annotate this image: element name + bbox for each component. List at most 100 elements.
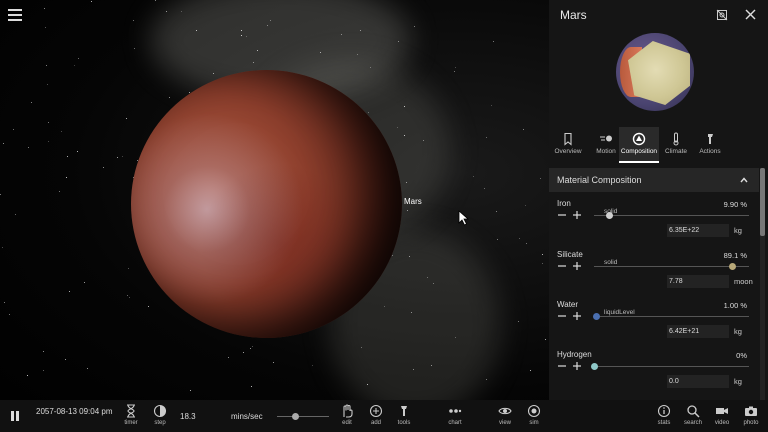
scrollbar-thumb[interactable]	[760, 168, 765, 236]
sim-button[interactable]: sim	[522, 404, 546, 426]
star	[525, 205, 526, 206]
orbit-icon	[600, 135, 612, 142]
star	[246, 36, 247, 37]
star	[493, 41, 494, 42]
panel-scrollbar[interactable]	[760, 168, 765, 400]
planet-cutaway-preview[interactable]	[616, 33, 694, 111]
star	[134, 48, 135, 49]
star	[496, 211, 497, 212]
minus-icon[interactable]	[557, 261, 567, 271]
timer-button[interactable]: timer	[122, 404, 140, 426]
speed-value: 18.3	[180, 412, 196, 421]
star	[148, 306, 149, 307]
camera-icon	[745, 406, 757, 416]
chart-button[interactable]: chart	[443, 404, 467, 426]
star	[530, 370, 531, 371]
plus-icon[interactable]	[572, 210, 582, 220]
material-composition-header[interactable]: Material Composition	[549, 168, 759, 192]
material-slider-thumb[interactable]	[606, 212, 614, 219]
material-percent: 9.90 %	[723, 200, 747, 209]
speed-slider-thumb[interactable]	[292, 413, 300, 420]
minus-icon[interactable]	[557, 361, 567, 371]
star	[48, 122, 49, 123]
material-unit[interactable]: kg	[734, 327, 742, 336]
video-button[interactable]: video	[710, 404, 734, 426]
material-row-water: Water 1.00 % liquidLevel 6.42E+21 kg	[549, 300, 759, 350]
step-button[interactable]: step	[151, 404, 169, 426]
material-unit[interactable]: kg	[734, 377, 742, 386]
hide-panel-icon[interactable]	[716, 9, 728, 21]
star	[518, 321, 519, 322]
material-state: liquidLevel	[604, 309, 635, 316]
star	[431, 365, 432, 366]
plus-icon[interactable]	[572, 261, 582, 271]
plus-icon[interactable]	[572, 361, 582, 371]
video-camera-icon	[716, 408, 728, 414]
speed-slider[interactable]	[277, 416, 329, 417]
tab-overview[interactable]: Overview	[549, 127, 587, 163]
search-icon	[687, 405, 700, 418]
tab-composition[interactable]: Composition	[619, 127, 659, 163]
star	[155, 0, 156, 1]
material-slider-thumb[interactable]	[592, 313, 600, 320]
star	[190, 390, 191, 391]
hammer-icon	[708, 134, 713, 144]
close-icon[interactable]	[745, 9, 756, 20]
search-button[interactable]: search	[681, 404, 705, 426]
star	[484, 188, 485, 189]
plus-icon[interactable]	[572, 311, 582, 321]
material-amount-field[interactable]: 6.35E+22	[667, 224, 729, 237]
star	[270, 20, 271, 21]
material-slider[interactable]	[594, 212, 749, 219]
tools-button[interactable]: tools	[392, 404, 416, 426]
bookmark-icon	[564, 132, 572, 146]
material-slider[interactable]	[592, 313, 749, 320]
star	[406, 182, 407, 183]
material-slider[interactable]	[591, 363, 749, 370]
star	[486, 379, 487, 380]
material-slider[interactable]	[594, 263, 749, 270]
star	[9, 314, 10, 315]
star	[455, 67, 456, 68]
star	[407, 210, 408, 211]
star	[77, 151, 78, 152]
tab-climate[interactable]: Climate	[657, 127, 695, 163]
material-amount-field[interactable]: 0.0	[667, 375, 729, 388]
edit-button[interactable]: edit	[335, 404, 359, 426]
stats-button[interactable]: stats	[652, 404, 676, 426]
star	[43, 351, 44, 352]
pause-icon[interactable]	[10, 410, 20, 422]
view-button[interactable]: view	[493, 404, 517, 426]
star	[491, 105, 492, 106]
star	[122, 156, 123, 157]
material-slider-thumb[interactable]	[591, 363, 598, 370]
planet-label[interactable]: Mars	[404, 197, 422, 206]
photo-button[interactable]: photo	[739, 404, 763, 426]
material-slider-thumb[interactable]	[729, 263, 737, 270]
star	[4, 302, 5, 303]
minus-icon[interactable]	[557, 210, 567, 220]
material-unit[interactable]: kg	[734, 226, 742, 235]
star	[28, 147, 29, 148]
sim-datetime[interactable]: 2057-08-13 09:04 pm	[36, 406, 116, 417]
tab-actions[interactable]: Actions	[691, 127, 729, 163]
star	[133, 20, 134, 21]
add-button[interactable]: add	[364, 404, 388, 426]
star	[213, 73, 214, 74]
star	[519, 238, 520, 239]
material-amount-field[interactable]: 6.42E+21	[667, 325, 729, 338]
star	[27, 375, 28, 376]
material-unit[interactable]: moon	[734, 277, 753, 286]
minus-icon[interactable]	[557, 311, 567, 321]
menu-button[interactable]	[8, 9, 22, 21]
star	[368, 112, 369, 113]
mars-planet[interactable]	[131, 70, 402, 338]
star	[31, 102, 32, 103]
star	[413, 369, 414, 370]
material-amount-field[interactable]: 7.78	[667, 275, 729, 288]
star	[267, 25, 268, 26]
star	[117, 157, 118, 158]
material-name: Silicate	[557, 250, 583, 259]
chevron-up-icon	[740, 177, 748, 183]
star	[166, 11, 167, 12]
